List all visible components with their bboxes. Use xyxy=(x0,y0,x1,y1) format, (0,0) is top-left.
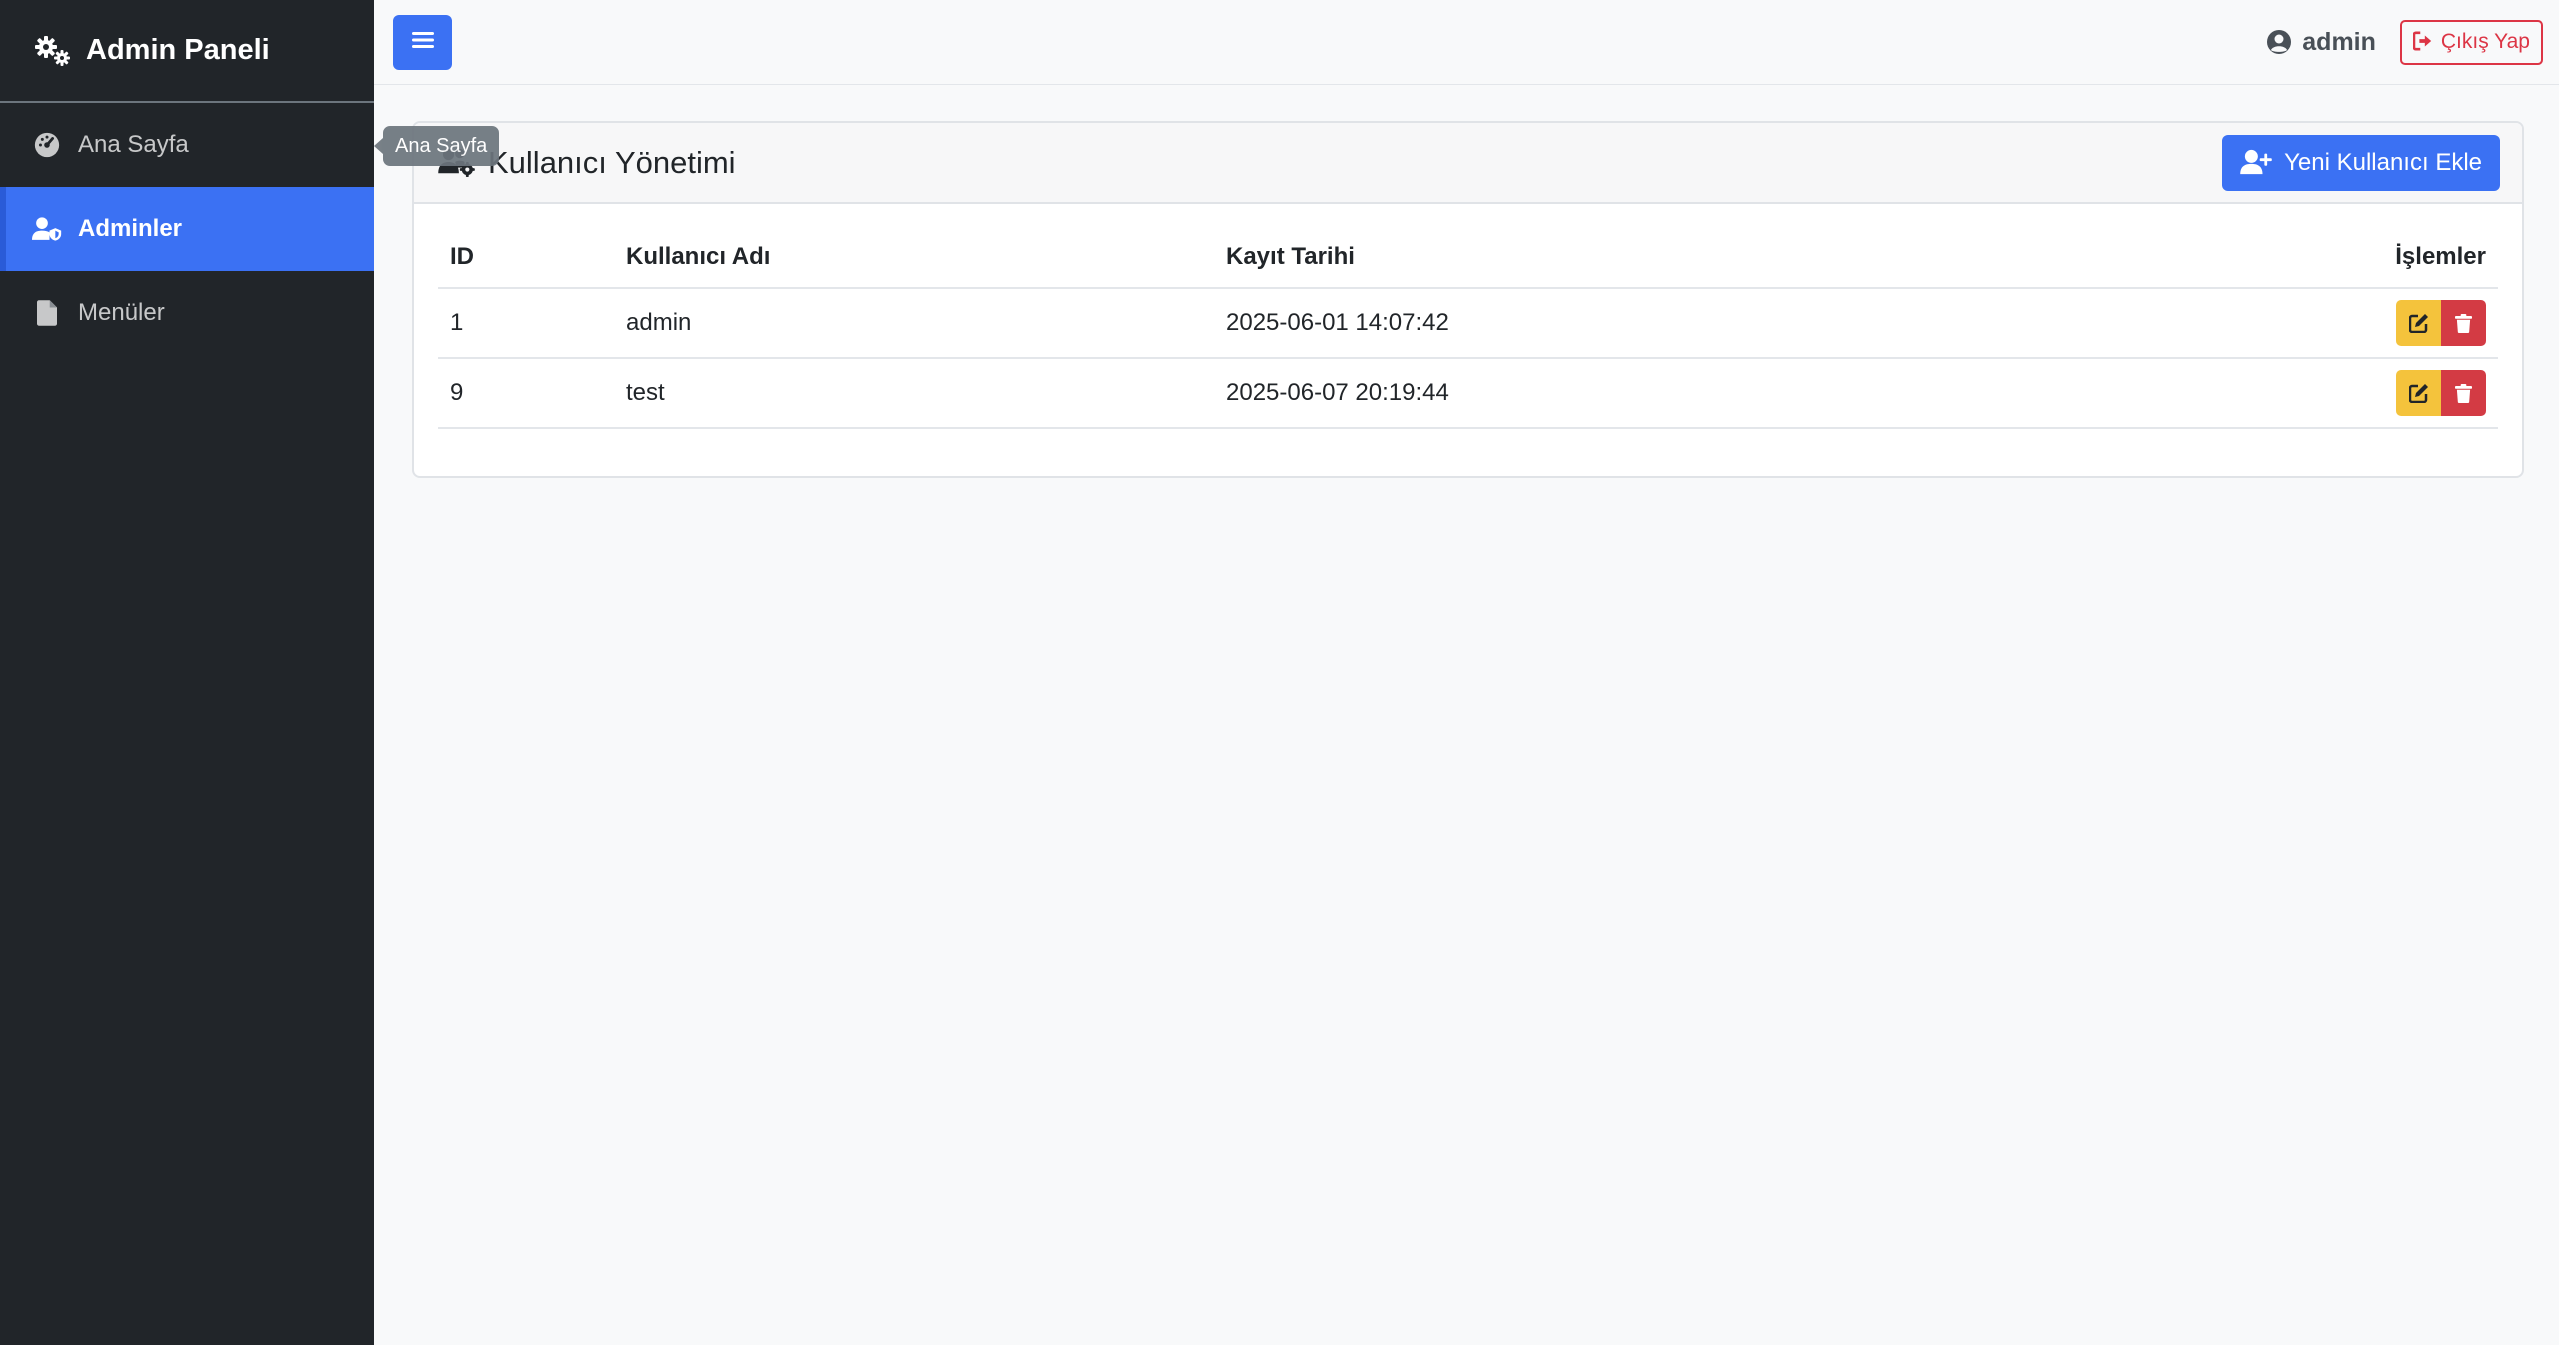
cogs-icon xyxy=(34,35,72,67)
delete-button[interactable] xyxy=(2441,300,2486,346)
card-header: Kullanıcı Yönetimi Yeni Kullanıcı Ekle xyxy=(414,123,2522,204)
delete-button[interactable] xyxy=(2441,370,2486,416)
topbar: admin Çıkış Yap xyxy=(374,0,2559,85)
cell-date: 2025-06-07 20:19:44 xyxy=(1214,358,2091,429)
sidebar-item-label: Menüler xyxy=(78,299,165,326)
table-header-row: ID Kullanıcı Adı Kayıt Tarihi İşlemler xyxy=(438,226,2498,289)
cell-username: test xyxy=(614,358,1214,429)
user-plus-icon xyxy=(2240,149,2272,177)
column-header-id[interactable]: ID xyxy=(438,226,614,289)
table-row: 1 admin 2025-06-01 14:07:42 xyxy=(438,288,2498,359)
row-actions xyxy=(2396,370,2486,416)
column-header-date[interactable]: Kayıt Tarihi xyxy=(1214,226,2091,289)
sidebar-item-ana-sayfa[interactable]: Ana Sayfa xyxy=(0,103,374,187)
add-user-label: Yeni Kullanıcı Ekle xyxy=(2284,148,2482,176)
card-body: ID Kullanıcı Adı Kayıt Tarihi İşlemler 1… xyxy=(414,204,2522,429)
sign-out-icon xyxy=(2412,31,2435,53)
username: admin xyxy=(2302,27,2376,56)
sidebar-toggle-button[interactable] xyxy=(393,14,452,70)
column-header-actions: İşlemler xyxy=(2090,226,2498,289)
edit-icon xyxy=(2408,314,2428,333)
logout-label: Çıkış Yap xyxy=(2440,30,2530,53)
sidebar-item-label: Ana Sayfa xyxy=(78,131,189,158)
app-root: Admin Paneli Ana Sayfa Adminler Menüler … xyxy=(0,0,2559,1345)
logout-button[interactable]: Çıkış Yap xyxy=(2399,19,2543,65)
user-shield-icon xyxy=(32,214,62,244)
cell-date: 2025-06-01 14:07:42 xyxy=(1214,288,2091,359)
row-actions xyxy=(2396,300,2486,346)
sidebar-item-label: Adminler xyxy=(78,215,183,242)
edit-button[interactable] xyxy=(2396,300,2441,346)
cell-id: 9 xyxy=(438,358,614,429)
column-header-username[interactable]: Kullanıcı Adı xyxy=(614,226,1214,289)
sidebar: Admin Paneli Ana Sayfa Adminler Menüler xyxy=(0,0,374,1345)
table-row: 9 test 2025-06-07 20:19:44 xyxy=(438,358,2498,429)
edit-icon xyxy=(2408,384,2428,403)
brand[interactable]: Admin Paneli xyxy=(0,0,374,103)
cell-id: 1 xyxy=(438,288,614,359)
sidebar-nav: Ana Sayfa Adminler Menüler xyxy=(0,103,374,355)
sidebar-item-menuler[interactable]: Menüler xyxy=(0,271,374,355)
tooltip: Ana Sayfa xyxy=(373,126,500,166)
hamburger-icon xyxy=(411,31,434,54)
users-table: ID Kullanıcı Adı Kayıt Tarihi İşlemler 1… xyxy=(438,226,2498,429)
sidebar-item-adminler[interactable]: Adminler xyxy=(0,187,374,271)
cell-actions xyxy=(2090,358,2498,429)
trash-icon xyxy=(2455,313,2472,333)
tooltip-text: Ana Sayfa xyxy=(395,134,488,157)
file-icon xyxy=(32,298,62,328)
main-content: admin Çıkış Yap Kullanıcı Yönetimi Yeni … xyxy=(374,0,2559,1345)
cell-username: admin xyxy=(614,288,1214,359)
brand-title: Admin Paneli xyxy=(86,34,270,66)
user-info: admin xyxy=(2266,28,2376,57)
card-title-text: Kullanıcı Yönetimi xyxy=(488,144,736,180)
user-circle-icon xyxy=(2266,29,2292,55)
add-user-button[interactable]: Yeni Kullanıcı Ekle xyxy=(2222,134,2500,191)
cell-actions xyxy=(2090,288,2498,359)
trash-icon xyxy=(2455,383,2472,403)
edit-button[interactable] xyxy=(2396,370,2441,416)
dashboard-icon xyxy=(32,130,62,160)
user-management-card: Kullanıcı Yönetimi Yeni Kullanıcı Ekle I… xyxy=(412,121,2524,478)
